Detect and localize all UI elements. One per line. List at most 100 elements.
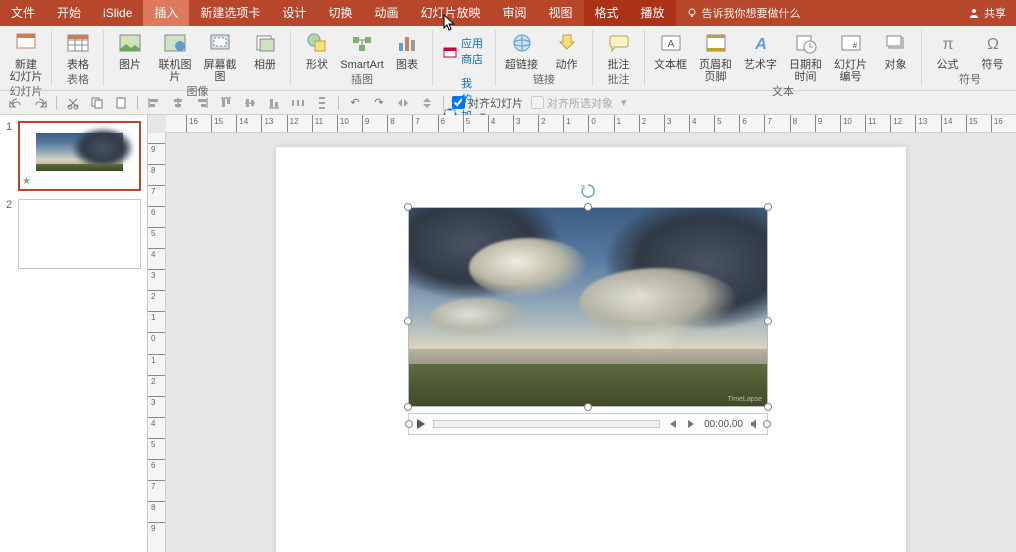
align-selected-checkbox[interactable]: 对齐所选对象 [531, 95, 613, 111]
tab-format[interactable]: 格式 [584, 0, 630, 26]
video-frame[interactable]: TimeLapse [408, 207, 768, 407]
rotate-right-button[interactable]: ↷ [371, 95, 387, 111]
action-button[interactable]: 动作 [547, 29, 587, 71]
selection-handle[interactable] [764, 317, 772, 325]
svg-text:A: A [667, 39, 674, 50]
textbox-button[interactable]: A 文本框 [651, 29, 691, 71]
redo-button[interactable] [32, 95, 48, 111]
video-time: 00:00.00 [704, 419, 743, 430]
tab-transitions[interactable]: 切换 [317, 0, 363, 26]
online-pictures-button[interactable]: 联机图片 [155, 29, 195, 83]
step-forward-button[interactable] [684, 416, 700, 432]
group-illustrations: 形状 SmartArt 图表 插图 [291, 26, 433, 90]
album-button[interactable]: 相册 [245, 29, 285, 71]
svg-text:A: A [754, 36, 767, 53]
play-button[interactable] [413, 416, 429, 432]
align-bottom-button[interactable] [266, 95, 282, 111]
tab-design[interactable]: 设计 [271, 0, 317, 26]
selection-handle[interactable] [764, 403, 772, 411]
workspace: 1 ★ 2 1615141312111098765432101234567891… [0, 115, 1016, 552]
selection-handle[interactable] [404, 203, 412, 211]
pictures-button[interactable]: 图片 [110, 29, 150, 71]
header-footer-icon [702, 29, 730, 57]
step-back-button[interactable] [664, 416, 680, 432]
symbol-button[interactable]: Ω 符号 [973, 29, 1013, 71]
group-addins: 应用商店 我的加载项▾ 加载项 [433, 26, 496, 90]
flip-h-button[interactable] [395, 95, 411, 111]
selection-handle[interactable] [404, 317, 412, 325]
align-left-button[interactable] [146, 95, 162, 111]
tab-insert[interactable]: 插入 [143, 0, 189, 26]
object-button[interactable]: 对象 [876, 29, 916, 71]
selection-handle[interactable] [405, 420, 413, 428]
store-button[interactable]: 应用商店 [439, 33, 490, 69]
new-slide-button[interactable]: 新建 幻灯片 [6, 29, 46, 83]
smartart-icon [348, 29, 376, 57]
slide-thumb-1[interactable]: ★ [18, 121, 141, 191]
group-text: A 文本框 页眉和页脚 A 艺术字 日期和时间 # 幻灯片 编号 对象 [645, 26, 922, 90]
video-object[interactable]: TimeLapse 00:00.00 [408, 207, 768, 435]
action-icon [553, 29, 581, 57]
wordart-icon: A [747, 29, 775, 57]
table-button[interactable]: 表格 [58, 29, 98, 71]
hyperlink-icon [508, 29, 536, 57]
shapes-button[interactable]: 形状 [297, 29, 337, 71]
tell-me[interactable]: 告诉我你想要做什么 [686, 5, 801, 21]
volume-button[interactable] [747, 416, 763, 432]
cut-button[interactable] [65, 95, 81, 111]
flip-v-button[interactable] [419, 95, 435, 111]
tab-slideshow[interactable]: 幻灯片放映 [409, 0, 491, 26]
group-comments-label: 批注 [608, 71, 630, 89]
distribute-h-button[interactable] [290, 95, 306, 111]
align-top-button[interactable] [218, 95, 234, 111]
align-center-h-button[interactable] [170, 95, 186, 111]
textbox-icon: A [657, 29, 685, 57]
align-right-button[interactable] [194, 95, 210, 111]
rotate-handle[interactable] [580, 183, 596, 202]
bulb-icon [686, 7, 698, 19]
tab-playback[interactable]: 播放 [630, 0, 676, 26]
slide-canvas[interactable]: TimeLapse 00:00.00 [166, 133, 1016, 552]
share-button[interactable]: 共享 [958, 5, 1016, 21]
smartart-button[interactable]: SmartArt [342, 29, 382, 71]
copy-button[interactable] [89, 95, 105, 111]
menubar: 文件 开始 iSlide 插入 新建选项卡 设计 切换 动画 幻灯片放映 审阅 … [0, 0, 1016, 26]
distribute-v-button[interactable] [314, 95, 330, 111]
group-links: 超链接 动作 链接 [496, 26, 593, 90]
header-footer-button[interactable]: 页眉和页脚 [696, 29, 736, 83]
selection-handle[interactable] [404, 403, 412, 411]
equation-button[interactable]: π 公式 [928, 29, 968, 71]
hyperlink-button[interactable]: 超链接 [502, 29, 542, 71]
comment-button[interactable]: 批注 [599, 29, 639, 71]
group-tables-label: 表格 [67, 71, 89, 89]
video-watermark: TimeLapse [728, 396, 762, 403]
selection-handle[interactable] [584, 403, 592, 411]
tab-file[interactable]: 文件 [0, 0, 46, 26]
chevron-down-icon[interactable]: ▾ [621, 96, 627, 109]
rotate-left-button[interactable]: ↶ [347, 95, 363, 111]
tab-islide[interactable]: iSlide [92, 0, 143, 26]
shapes-icon [303, 29, 331, 57]
selection-handle[interactable] [764, 203, 772, 211]
video-seek-track[interactable] [433, 420, 660, 428]
paste-button[interactable] [113, 95, 129, 111]
screenshot-icon [206, 29, 234, 57]
slide-1[interactable]: TimeLapse 00:00.00 [276, 147, 906, 552]
undo-button[interactable] [8, 95, 24, 111]
chart-button[interactable]: 图表 [387, 29, 427, 71]
video-controls: 00:00.00 [408, 413, 768, 435]
selection-handle[interactable] [584, 203, 592, 211]
tab-new-tab[interactable]: 新建选项卡 [189, 0, 271, 26]
slide-thumb-2[interactable] [18, 199, 141, 269]
slide-number-1: 1 [6, 121, 14, 191]
tab-home[interactable]: 开始 [46, 0, 92, 26]
wordart-button[interactable]: A 艺术字 [741, 29, 781, 71]
datetime-button[interactable]: 日期和时间 [786, 29, 826, 83]
align-middle-v-button[interactable] [242, 95, 258, 111]
tab-view[interactable]: 视图 [538, 0, 584, 26]
tab-animations[interactable]: 动画 [363, 0, 409, 26]
screenshot-button[interactable]: 屏幕截图 [200, 29, 240, 83]
slide-number-button[interactable]: # 幻灯片 编号 [831, 29, 871, 83]
selection-handle[interactable] [763, 420, 771, 428]
tab-review[interactable]: 审阅 [491, 0, 537, 26]
